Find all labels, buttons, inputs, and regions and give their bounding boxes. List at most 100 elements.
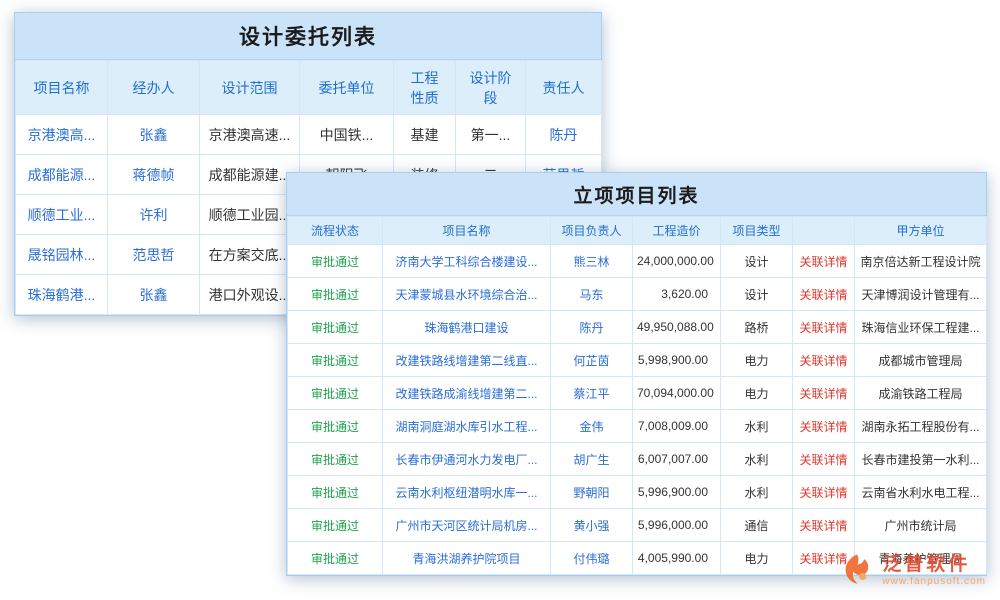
leader-link[interactable]: 蔡江平 [551,377,633,410]
cost-cell: 5,996,900.00 [633,476,721,509]
leader-link[interactable]: 金伟 [551,410,633,443]
party-cell: 云南省水利水电工程... [855,476,987,509]
leader-link[interactable]: 胡广生 [551,443,633,476]
handler-link[interactable]: 张鑫 [108,275,200,315]
col-project-leader: 项目负责人 [551,217,633,245]
fanpu-watermark: 泛普软件 www.fanpusoft.com [838,552,986,590]
owner-link[interactable]: 陈丹 [526,115,602,155]
project-name-link[interactable]: 长春市伊通河水力发电厂... [383,443,551,476]
status-cell: 审批通过 [288,410,383,443]
detail-link[interactable]: 关联详情 [793,278,855,311]
col-flow-status: 流程状态 [288,217,383,245]
handler-link[interactable]: 范思哲 [108,235,200,275]
party-cell: 长春市建投第一水利... [855,443,987,476]
detail-link[interactable]: 关联详情 [793,245,855,278]
col-project-name: 项目名称 [383,217,551,245]
leader-link[interactable]: 野朝阳 [551,476,633,509]
design-list-title: 设计委托列表 [239,21,377,51]
detail-link[interactable]: 关联详情 [793,476,855,509]
desktop: 设计委托列表 项目名称 经办人 设计范围 委托单位 工程性质 设计阶段 责任人 [0,0,1000,600]
design-scope-cell: 在方案交底... [200,235,300,275]
leader-link[interactable]: 付伟璐 [551,542,633,575]
nature-cell: 基建 [394,115,456,155]
table-row: 审批通过 济南大学工科综合楼建设... 熊三林 24,000,000.00 设计… [288,245,987,278]
cost-cell: 24,000,000.00 [633,245,721,278]
type-cell: 电力 [721,377,793,410]
project-name-link[interactable]: 云南水利枢纽潜明水库一... [383,476,551,509]
design-header-row: 项目名称 经办人 设计范围 委托单位 工程性质 设计阶段 责任人 [16,61,602,115]
fanpu-logo-icon [838,552,876,590]
stage-cell: 第一... [456,115,526,155]
status-cell: 审批通过 [288,245,383,278]
design-scope-cell: 京港澳高速... [200,115,300,155]
col-client-unit: 委托单位 [300,61,394,115]
cost-cell: 3,620.00 [633,278,721,311]
client-cell: 中国铁... [300,115,394,155]
detail-link[interactable]: 关联详情 [793,344,855,377]
fanpu-brand-text: 泛普软件 www.fanpusoft.com [882,555,986,587]
col-project-type: 项目类型 [721,217,793,245]
leader-link[interactable]: 马东 [551,278,633,311]
project-name-link[interactable]: 珠海鹤港... [16,275,108,315]
project-list-window: 立项项目列表 流程状态 项目名称 项目负责人 工程造价 项目类型 甲方单位 [286,172,987,576]
col-design-stage: 设计阶段 [456,61,526,115]
leader-link[interactable]: 熊三林 [551,245,633,278]
project-name-link[interactable]: 晟铭园林... [16,235,108,275]
type-cell: 水利 [721,443,793,476]
design-scope-cell: 顺德工业园... [200,195,300,235]
col-handler: 经办人 [108,61,200,115]
table-row: 京港澳高... 张鑫 京港澳高速... 中国铁... 基建 第一... 陈丹 [16,115,602,155]
project-list-titlebar: 立项项目列表 [287,173,986,216]
project-name-link[interactable]: 改建铁路线增建第二线直... [383,344,551,377]
project-name-link[interactable]: 顺德工业... [16,195,108,235]
type-cell: 通信 [721,509,793,542]
detail-link[interactable]: 关联详情 [793,311,855,344]
cost-cell: 7,008,009.00 [633,410,721,443]
cost-cell: 5,998,900.00 [633,344,721,377]
cost-cell: 5,996,000.00 [633,509,721,542]
table-row: 审批通过 珠海鹤港口建设 陈丹 49,950,088.00 路桥 关联详情 珠海… [288,311,987,344]
project-name-link[interactable]: 珠海鹤港口建设 [383,311,551,344]
project-name-link[interactable]: 改建铁路成渝线增建第二... [383,377,551,410]
detail-link[interactable]: 关联详情 [793,443,855,476]
detail-link[interactable]: 关联详情 [793,377,855,410]
detail-link[interactable]: 关联详情 [793,509,855,542]
status-cell: 审批通过 [288,509,383,542]
col-owner: 责任人 [526,61,602,115]
table-row: 审批通过 改建铁路成渝线增建第二... 蔡江平 70,094,000.00 电力… [288,377,987,410]
type-cell: 水利 [721,476,793,509]
design-scope-cell: 港口外观设... [200,275,300,315]
project-name-link[interactable]: 青海洪湖养护院项目 [383,542,551,575]
type-cell: 水利 [721,410,793,443]
party-cell: 湖南永拓工程股份有... [855,410,987,443]
project-list-table: 流程状态 项目名称 项目负责人 工程造价 项目类型 甲方单位 审批通过 济南大学… [287,216,987,575]
handler-link[interactable]: 张鑫 [108,115,200,155]
project-name-link[interactable]: 京港澳高... [16,115,108,155]
status-cell: 审批通过 [288,311,383,344]
col-party-a: 甲方单位 [855,217,987,245]
col-design-scope: 设计范围 [200,61,300,115]
leader-link[interactable]: 何芷茵 [551,344,633,377]
design-list-titlebar: 设计委托列表 [15,13,601,60]
status-cell: 审批通过 [288,443,383,476]
leader-link[interactable]: 黄小强 [551,509,633,542]
type-cell: 电力 [721,542,793,575]
project-header-row: 流程状态 项目名称 项目负责人 工程造价 项目类型 甲方单位 [288,217,987,245]
handler-link[interactable]: 蒋德帧 [108,155,200,195]
status-cell: 审批通过 [288,377,383,410]
leader-link[interactable]: 陈丹 [551,311,633,344]
type-cell: 设计 [721,278,793,311]
brand-name: 泛普软件 [882,555,986,576]
table-row: 审批通过 天津蒙城县水环境综合治... 马东 3,620.00 设计 关联详情 … [288,278,987,311]
project-name-link[interactable]: 天津蒙城县水环境综合治... [383,278,551,311]
project-name-link[interactable]: 湖南洞庭湖水库引水工程... [383,410,551,443]
detail-link[interactable]: 关联详情 [793,410,855,443]
project-name-link[interactable]: 成都能源... [16,155,108,195]
status-cell: 审批通过 [288,278,383,311]
handler-link[interactable]: 许利 [108,195,200,235]
status-cell: 审批通过 [288,542,383,575]
party-cell: 成渝铁路工程局 [855,377,987,410]
party-cell: 广州市统计局 [855,509,987,542]
project-name-link[interactable]: 广州市天河区统计局机房... [383,509,551,542]
project-name-link[interactable]: 济南大学工科综合楼建设... [383,245,551,278]
